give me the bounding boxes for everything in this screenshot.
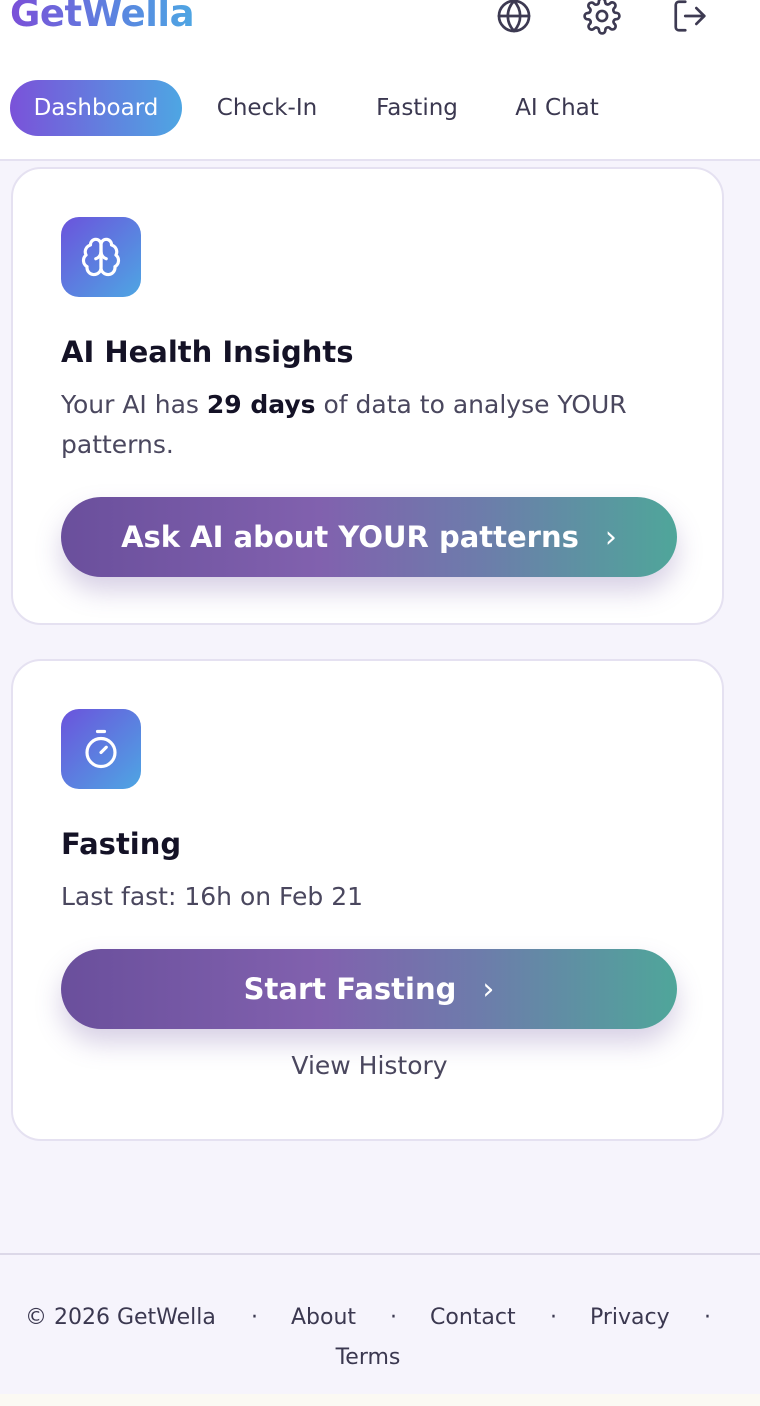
footer-link-privacy[interactable]: Privacy [590, 1305, 670, 1330]
page-footer: © 2026 GetWella · About · Contact · Priv… [0, 1253, 760, 1394]
globe-icon[interactable] [494, 0, 534, 36]
app-header: GetWella Dashboard Check-In Fasting AI C… [0, 0, 760, 161]
footer-separator: · [550, 1305, 557, 1330]
brain-icon [61, 217, 141, 297]
chevron-right-icon: › [604, 519, 617, 555]
ask-ai-button[interactable]: Ask AI about YOUR patterns › [61, 497, 677, 577]
view-history-link[interactable]: View History [13, 1051, 726, 1080]
ask-ai-button-label: Ask AI about YOUR patterns [121, 520, 579, 554]
bottom-edge [0, 1394, 760, 1406]
start-fasting-button[interactable]: Start Fasting › [61, 949, 677, 1029]
footer-separator: · [251, 1305, 258, 1330]
brand-logo[interactable]: GetWella [10, 0, 195, 35]
insights-description: Your AI has 29 days of data to analyse Y… [61, 385, 691, 465]
last-fast-text: Last fast: 16h on Feb 21 [61, 882, 364, 911]
ai-insights-card: AI Health Insights Your AI has 29 days o… [11, 167, 724, 625]
fasting-title: Fasting [61, 827, 182, 861]
main-tabs: Dashboard Check-In Fasting AI Chat [10, 80, 599, 136]
tab-dashboard[interactable]: Dashboard [10, 80, 182, 136]
chevron-right-icon: › [482, 971, 495, 1007]
stopwatch-icon [61, 709, 141, 789]
footer-link-terms[interactable]: Terms [0, 1345, 736, 1370]
footer-separator: · [390, 1305, 397, 1330]
tab-ai-chat[interactable]: AI Chat [515, 80, 599, 136]
insights-text-before: Your AI has [61, 390, 207, 419]
footer-separator: · [704, 1305, 711, 1330]
insights-days-count: 29 days [206, 390, 316, 419]
tab-check-in[interactable]: Check-In [215, 80, 319, 136]
fasting-card: Fasting Last fast: 16h on Feb 21 Start F… [11, 659, 724, 1141]
footer-copyright: © 2026 GetWella [25, 1305, 216, 1330]
tab-fasting[interactable]: Fasting [375, 80, 459, 136]
footer-links-row: © 2026 GetWella · About · Contact · Priv… [0, 1305, 760, 1339]
settings-gear-icon[interactable] [582, 0, 622, 36]
insights-title: AI Health Insights [61, 335, 354, 369]
start-fasting-button-label: Start Fasting [243, 972, 457, 1006]
footer-link-about[interactable]: About [291, 1305, 356, 1330]
footer-link-contact[interactable]: Contact [430, 1305, 516, 1330]
logout-icon[interactable] [670, 0, 710, 36]
